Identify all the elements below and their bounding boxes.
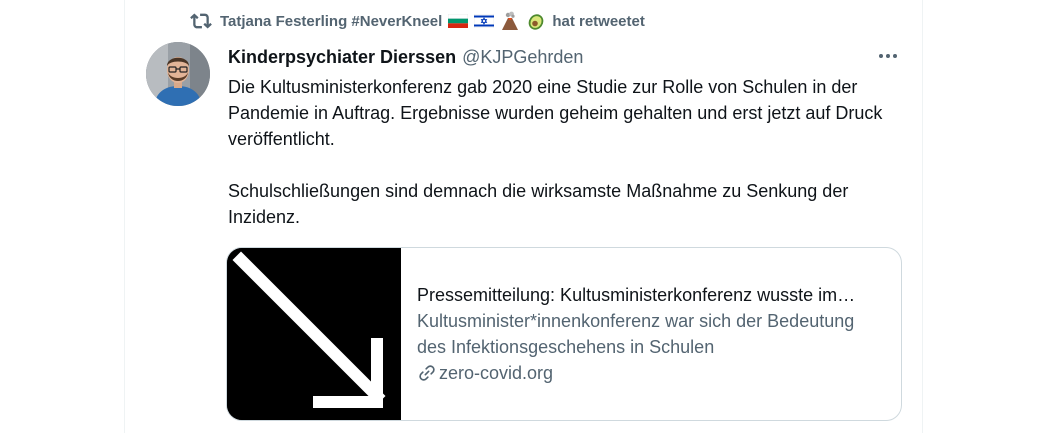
- card-domain: zero-covid.org: [417, 360, 885, 386]
- more-dot-icon: [879, 54, 883, 58]
- link-preview-card[interactable]: Pressemitteilung: Kultusministerkonferen…: [226, 247, 902, 421]
- avocado-icon: [526, 11, 546, 31]
- bulgaria-flag-icon: [448, 13, 469, 28]
- card-thumbnail: [227, 248, 401, 420]
- volcano-icon: [500, 11, 520, 31]
- retweet-suffix: hat retweetet: [552, 12, 645, 30]
- more-options-button[interactable]: [872, 44, 904, 68]
- card-description: Kultusminister*innenkonferenz war sich d…: [417, 311, 855, 357]
- retweet-icon: [190, 10, 212, 32]
- card-domain-text: zero-covid.org: [439, 363, 554, 383]
- israel-flag-icon: [474, 13, 495, 29]
- avatar[interactable]: [146, 42, 210, 106]
- card-body: Pressemitteilung: Kultusministerkonferen…: [401, 248, 901, 420]
- tweet-header: Kinderpsychiater Dierssen @KJPGehrden: [228, 44, 583, 70]
- tweet-text: Die Kultusministerkonferenz gab 2020 ein…: [228, 74, 898, 230]
- tweet-paragraph: Die Kultusministerkonferenz gab 2020 ein…: [228, 77, 883, 149]
- diagonal-arrow-icon: [227, 248, 401, 420]
- tweet-paragraph: Schulschließungen sind demnach die wirks…: [228, 181, 849, 227]
- more-dot-icon: [893, 54, 897, 58]
- more-dot-icon: [886, 54, 890, 58]
- author-display-name[interactable]: Kinderpsychiater Dierssen: [228, 47, 456, 68]
- retweet-context: Tatjana Festerling #NeverKneel hat retwe…: [190, 9, 645, 33]
- author-handle[interactable]: @KJPGehrden: [462, 47, 583, 68]
- card-title: Pressemitteilung: Kultusministerkonferen…: [417, 285, 856, 305]
- retweeter-name[interactable]: Tatjana Festerling #NeverKneel: [220, 13, 442, 30]
- link-icon: [417, 363, 437, 383]
